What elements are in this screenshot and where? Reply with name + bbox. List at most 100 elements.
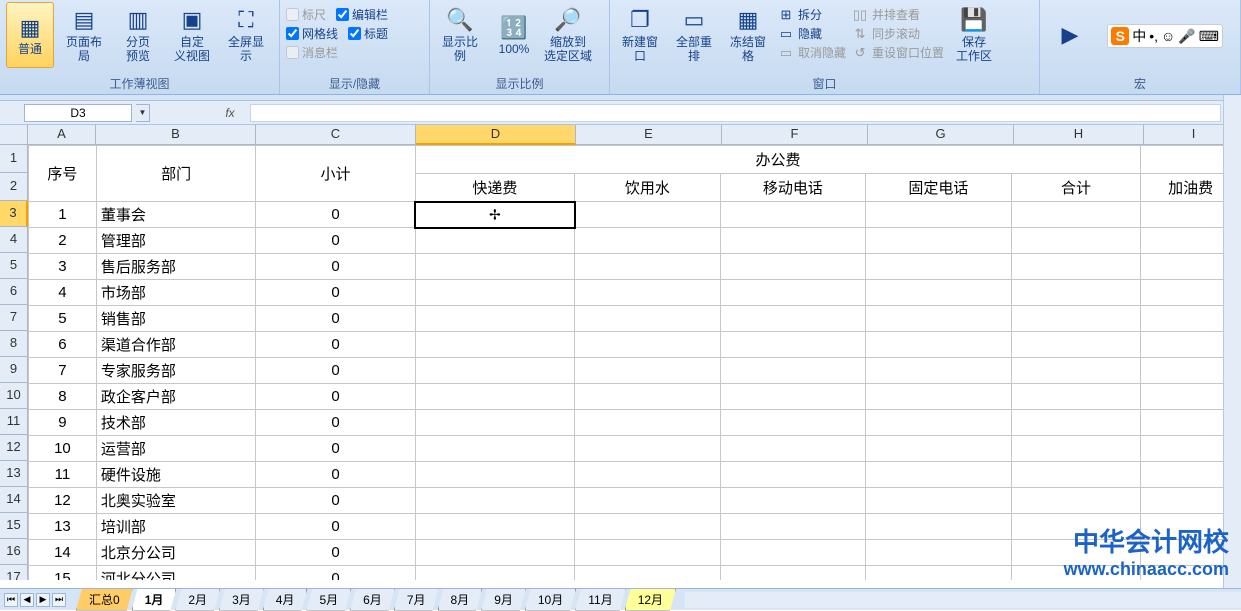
- row-header-9[interactable]: 9: [0, 357, 28, 383]
- cell-F9[interactable]: [720, 358, 866, 384]
- view-page-layout-button[interactable]: ▤页面布局: [60, 2, 108, 68]
- checkbox-input[interactable]: [286, 46, 299, 59]
- ime-punct[interactable]: •,: [1149, 28, 1158, 44]
- cell-G8[interactable]: [866, 332, 1012, 358]
- cell-G10[interactable]: [866, 384, 1012, 410]
- cell-grid[interactable]: 序号部门小计办公费快递费饮用水移动电话固定电话合计加油费1董事会0✢2管理部03…: [28, 145, 1241, 580]
- sheet-tab-9月[interactable]: 9月: [481, 589, 526, 611]
- cell-C8[interactable]: 0: [256, 332, 415, 358]
- zoom-100-button[interactable]: 🔢100%: [490, 2, 538, 68]
- sheet-tab-10月[interactable]: 10月: [525, 589, 576, 611]
- cell-D7[interactable]: [415, 306, 574, 332]
- cell-E11[interactable]: [575, 410, 720, 436]
- cell-H13[interactable]: [1011, 462, 1140, 488]
- cell-A12[interactable]: 10: [29, 436, 97, 462]
- view-page-break-button[interactable]: ▥分页 预览: [114, 2, 162, 68]
- cell-G16[interactable]: [866, 540, 1012, 566]
- cell-F13[interactable]: [720, 462, 866, 488]
- cell-H6[interactable]: [1011, 280, 1140, 306]
- checkbox-标尺[interactable]: 标尺: [286, 6, 326, 23]
- row-header-7[interactable]: 7: [0, 305, 28, 331]
- cell-B9[interactable]: 专家服务部: [96, 358, 256, 384]
- side-by-side-button[interactable]: ▯▯并排查看: [852, 6, 944, 23]
- cell-F11[interactable]: [720, 410, 866, 436]
- header-cell-C[interactable]: 小计: [256, 146, 415, 202]
- cell-E14[interactable]: [575, 488, 720, 514]
- cell-A4[interactable]: 2: [29, 228, 97, 254]
- row-header-3[interactable]: 3: [0, 201, 28, 227]
- tab-last-button[interactable]: ⏭: [52, 593, 66, 607]
- row-header-8[interactable]: 8: [0, 331, 28, 357]
- vertical-scrollbar[interactable]: [1223, 95, 1241, 588]
- cell-H9[interactable]: [1011, 358, 1140, 384]
- cell-A17[interactable]: 15: [29, 566, 97, 581]
- cell-D4[interactable]: [415, 228, 574, 254]
- row-header-10[interactable]: 10: [0, 383, 28, 409]
- zoom-button[interactable]: 🔍显示比例: [436, 2, 484, 68]
- cell-B8[interactable]: 渠道合作部: [96, 332, 256, 358]
- cell-D17[interactable]: [415, 566, 574, 581]
- name-box[interactable]: D3: [24, 104, 132, 122]
- cell-C7[interactable]: 0: [256, 306, 415, 332]
- macros-button[interactable]: ▶: [1046, 2, 1094, 68]
- col-header-D[interactable]: D: [416, 125, 576, 145]
- cell-F16[interactable]: [720, 540, 866, 566]
- cell-G3[interactable]: [866, 202, 1012, 228]
- view-custom-button[interactable]: ▣自定 义视图: [168, 2, 216, 68]
- ime-lang[interactable]: 中: [1132, 26, 1146, 46]
- cell-D12[interactable]: [415, 436, 574, 462]
- cell-F14[interactable]: [720, 488, 866, 514]
- checkbox-input[interactable]: [348, 27, 361, 40]
- row-header-17[interactable]: 17: [0, 565, 28, 580]
- cell-G15[interactable]: [866, 514, 1012, 540]
- cell-A3[interactable]: 1: [29, 202, 97, 228]
- cell-E12[interactable]: [575, 436, 720, 462]
- row-header-11[interactable]: 11: [0, 409, 28, 435]
- cell-E15[interactable]: [575, 514, 720, 540]
- new-window-button[interactable]: ❐新建窗口: [616, 2, 664, 68]
- row-header-15[interactable]: 15: [0, 513, 28, 539]
- cell-F15[interactable]: [720, 514, 866, 540]
- zoom-selection-button[interactable]: 🔎缩放到 选定区域: [544, 2, 592, 68]
- cell-F4[interactable]: [720, 228, 866, 254]
- cell-F10[interactable]: [720, 384, 866, 410]
- cell-D3[interactable]: ✢: [415, 202, 574, 228]
- cell-C9[interactable]: 0: [256, 358, 415, 384]
- cell-G6[interactable]: [866, 280, 1012, 306]
- header-merged-office[interactable]: 办公费: [415, 146, 1141, 174]
- checkbox-消息栏[interactable]: 消息栏: [286, 44, 338, 61]
- sheet-tab-8月[interactable]: 8月: [438, 589, 483, 611]
- cell-H8[interactable]: [1011, 332, 1140, 358]
- row-header-16[interactable]: 16: [0, 539, 28, 565]
- checkbox-input[interactable]: [286, 8, 299, 21]
- cell-C3[interactable]: 0: [256, 202, 415, 228]
- ime-emoji-icon[interactable]: ☺: [1161, 28, 1175, 44]
- cell-B6[interactable]: 市场部: [96, 280, 256, 306]
- cell-C13[interactable]: 0: [256, 462, 415, 488]
- cell-E5[interactable]: [575, 254, 720, 280]
- sheet-tab-5月[interactable]: 5月: [306, 589, 351, 611]
- cell-B13[interactable]: 硬件设施: [96, 462, 256, 488]
- cell-C14[interactable]: 0: [256, 488, 415, 514]
- cell-A10[interactable]: 8: [29, 384, 97, 410]
- cell-G5[interactable]: [866, 254, 1012, 280]
- sheet-tab-4月[interactable]: 4月: [263, 589, 308, 611]
- tab-next-button[interactable]: ▶: [36, 593, 50, 607]
- cell-H14[interactable]: [1011, 488, 1140, 514]
- cell-A9[interactable]: 7: [29, 358, 97, 384]
- cell-F17[interactable]: [720, 566, 866, 581]
- cell-B17[interactable]: 河北分公司: [96, 566, 256, 581]
- col-header-C[interactable]: C: [256, 125, 416, 145]
- cell-B12[interactable]: 运营部: [96, 436, 256, 462]
- sheet-tab-11月[interactable]: 11月: [575, 589, 625, 611]
- row-header-5[interactable]: 5: [0, 253, 28, 279]
- view-fullscreen-button[interactable]: ⛶全屏显示: [222, 2, 270, 68]
- cell-E3[interactable]: [575, 202, 720, 228]
- sheet-tab-2月[interactable]: 2月: [175, 589, 220, 611]
- cell-G14[interactable]: [866, 488, 1012, 514]
- cell-E4[interactable]: [575, 228, 720, 254]
- split-button[interactable]: ⊞拆分: [778, 6, 846, 23]
- freeze-panes-button[interactable]: ▦冻结窗格: [724, 2, 772, 68]
- cell-A11[interactable]: 9: [29, 410, 97, 436]
- header-cell-D[interactable]: 快递费: [415, 174, 574, 202]
